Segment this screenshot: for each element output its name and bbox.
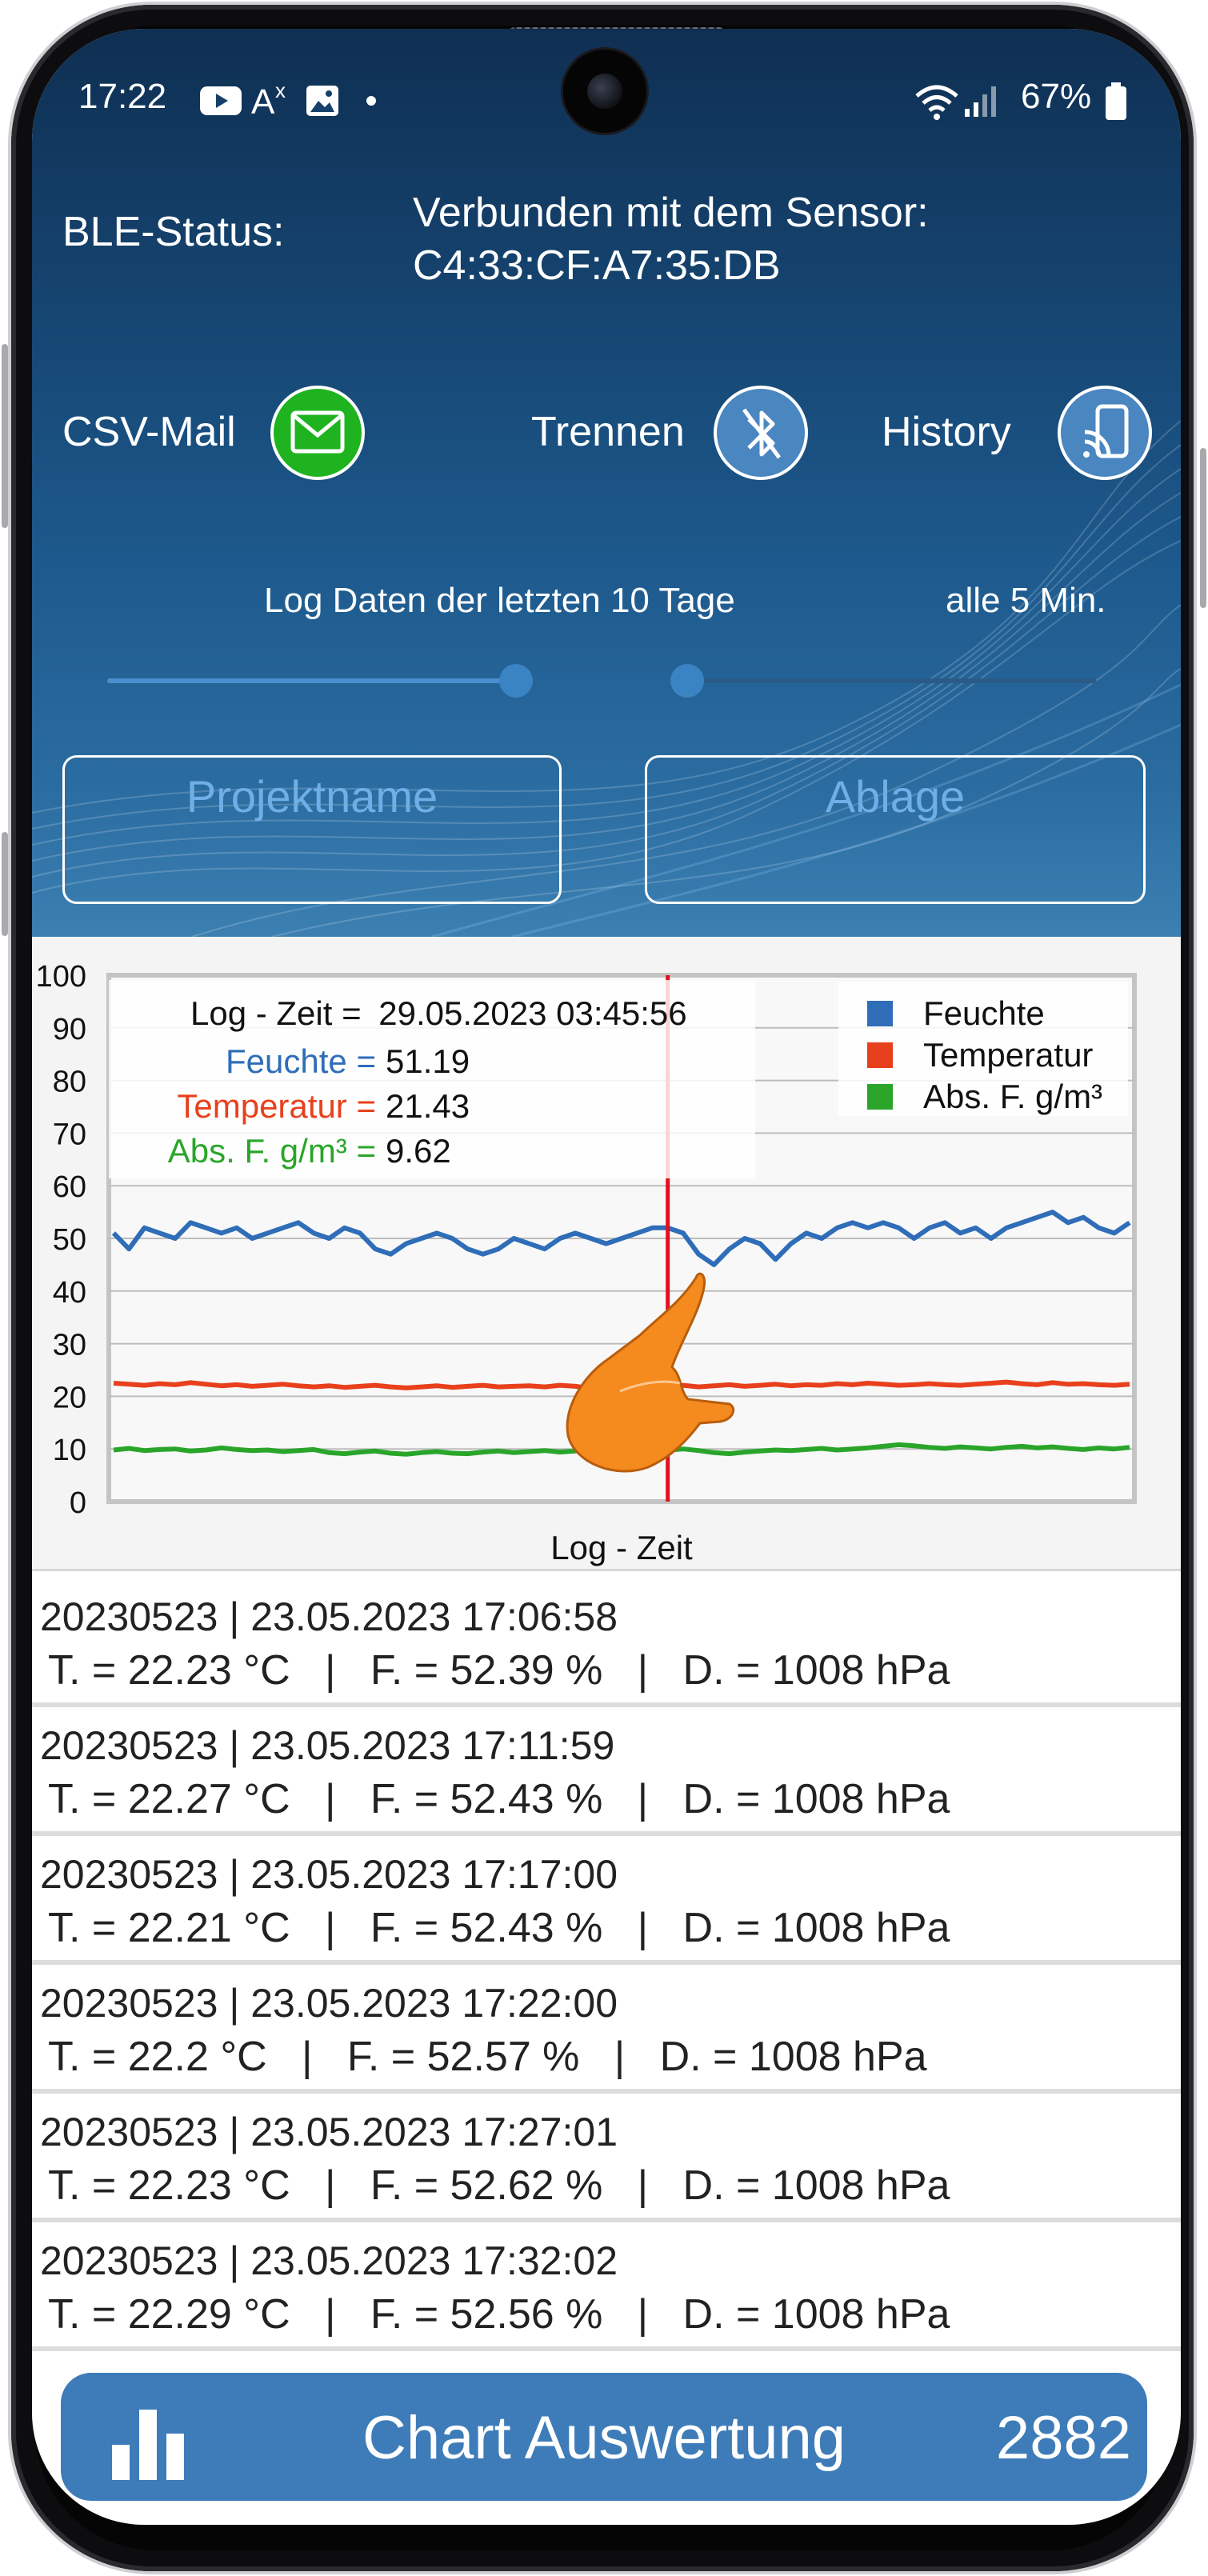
log-entry-row[interactable]: 20230523 | 23.05.2023 17:27:01 T. = 22.23… xyxy=(32,2098,1181,2222)
y-tick-label: 80 xyxy=(53,1066,86,1099)
clock: 17:22 xyxy=(78,77,167,116)
ble-status-text: Verbunden mit dem Sensor: xyxy=(413,190,929,236)
legend-swatch-humidity xyxy=(867,1001,893,1026)
y-tick-label: 30 xyxy=(53,1329,86,1362)
history-label: History xyxy=(882,409,1011,455)
log-interval-label: alle 5 Min. xyxy=(946,581,1106,620)
log-entry-header: 20230523 | 23.05.2023 17:27:01 xyxy=(40,2110,618,2154)
legend-label-humidity: Feuchte xyxy=(923,994,1045,1032)
log-entry-row[interactable]: 20230523 | 23.05.2023 17:22:00 T. = 22.2 … xyxy=(32,1969,1181,2094)
legend-swatch-abs-humidity xyxy=(867,1084,893,1110)
y-tick-label: 90 xyxy=(53,1013,86,1046)
project-name-field[interactable]: Projektname xyxy=(62,755,562,904)
tooltip-time: Log - Zeit = 29.05.2023 03:45:56 xyxy=(190,994,687,1032)
log-entry-header: 20230523 | 23.05.2023 17:06:58 xyxy=(40,1594,618,1639)
y-tick-label: 100 xyxy=(36,960,86,994)
log-entry-row[interactable]: 20230523 | 23.05.2023 17:06:58 T. = 22.23… xyxy=(32,1582,1181,1707)
volume-key xyxy=(2,344,8,528)
log-range-slider-thumb[interactable] xyxy=(499,664,533,698)
log-chart[interactable]: 0 10 20 30 40 50 60 70 80 90 100 Log - Zeit = 29.0… xyxy=(32,937,1181,1571)
svg-text:A: A xyxy=(251,82,275,118)
app-screen: 17:22 A x 67% BLE-Status: Verbunden mit … xyxy=(32,29,1181,2525)
storage-placeholder: Ablage xyxy=(825,771,966,822)
gallery-icon xyxy=(306,86,338,116)
x-axis-label: Log - Zeit xyxy=(550,1529,693,1566)
log-entry-values: T. = 22.23 °C | F. = 52.62 % | D. = 1008… xyxy=(48,2162,950,2209)
y-tick-label: 50 xyxy=(53,1223,86,1257)
tooltip-time-label: Log - Zeit = xyxy=(190,994,362,1032)
log-interval-slider-thumb[interactable] xyxy=(670,664,704,698)
log-entry-header: 20230523 | 23.05.2023 17:22:00 xyxy=(40,1981,618,2026)
ble-status-label: BLE-Status: xyxy=(62,209,285,255)
front-camera xyxy=(563,50,646,133)
log-entry-header: 20230523 | 23.05.2023 17:32:02 xyxy=(40,2238,618,2283)
bluetooth-disabled-icon xyxy=(742,408,782,459)
power-key xyxy=(1200,448,1206,608)
dot-icon xyxy=(366,96,376,106)
side-key-left xyxy=(2,832,8,936)
tooltip-humidity-value: 51.19 xyxy=(386,1042,470,1080)
log-entry-count: 2882 xyxy=(995,2404,1131,2472)
youtube-icon xyxy=(200,86,242,115)
signal-icon xyxy=(965,86,996,117)
log-entry-values: T. = 22.27 °C | F. = 52.43 % | D. = 1008… xyxy=(48,1776,950,1822)
project-name-placeholder: Projektname xyxy=(186,771,438,822)
mail-icon xyxy=(290,410,345,454)
y-tick-label: 70 xyxy=(53,1118,86,1151)
tooltip-time-value: 29.05.2023 03:45:56 xyxy=(378,994,686,1032)
chart-canvas[interactable]: 0 10 20 30 40 50 60 70 80 90 100 Log - Zeit = 29.0… xyxy=(32,937,1181,1569)
tooltip-humidity-label: Feuchte = xyxy=(226,1042,376,1080)
log-range-label: Log Daten der letzten 10 Tage xyxy=(264,581,735,620)
legend-label-temperature: Temperatur xyxy=(923,1036,1093,1074)
sensor-address: C4:33:CF:A7:35:DB xyxy=(413,242,781,289)
cast-device-icon xyxy=(1083,404,1129,458)
tooltip-temperature-label: Temperatur = xyxy=(177,1087,376,1125)
chart-evaluation-button[interactable]: Chart Auswertung 2882 xyxy=(61,2373,1147,2501)
y-tick-label: 60 xyxy=(53,1170,86,1204)
history-button[interactable] xyxy=(1058,386,1152,480)
log-entry-header: 20230523 | 23.05.2023 17:11:59 xyxy=(40,1723,615,1768)
control-panel: 17:22 A x 67% BLE-Status: Verbunden mit … xyxy=(32,29,1181,937)
log-entry-row[interactable]: 20230523 | 23.05.2023 17:11:59 T. = 22.27… xyxy=(32,1711,1181,1836)
legend-label-abs-humidity: Abs. F. g/m³ xyxy=(923,1078,1102,1115)
log-entry-row[interactable]: 20230523 | 23.05.2023 17:17:00 T. = 22.21… xyxy=(32,1840,1181,1965)
storage-field[interactable]: Ablage xyxy=(645,755,1146,904)
wifi-icon xyxy=(915,85,958,120)
log-entry-values: T. = 22.23 °C | F. = 52.39 % | D. = 1008… xyxy=(48,1647,950,1694)
battery-percent: 67% xyxy=(1021,77,1092,116)
translate-icon: A x xyxy=(251,78,286,118)
log-entry-values: T. = 22.21 °C | F. = 52.43 % | D. = 1008… xyxy=(48,1905,950,1951)
disconnect-button[interactable] xyxy=(714,386,808,480)
y-tick-label: 40 xyxy=(53,1276,86,1310)
legend-swatch-temperature xyxy=(867,1042,893,1068)
csv-mail-label: CSV-Mail xyxy=(62,409,236,455)
battery-icon xyxy=(1106,82,1126,120)
tooltip-abs-humidity-value: 9.62 xyxy=(386,1132,451,1170)
y-tick-label: 10 xyxy=(53,1434,86,1467)
tooltip-abs-humidity-label: Abs. F. g/m³ = xyxy=(168,1132,376,1170)
y-tick-label: 20 xyxy=(53,1381,86,1414)
disconnect-label: Trennen xyxy=(531,409,685,455)
csv-mail-button[interactable] xyxy=(270,386,365,480)
svg-text:x: x xyxy=(275,78,286,102)
log-entry-header: 20230523 | 23.05.2023 17:17:00 xyxy=(40,1852,618,1897)
log-entry-values: T. = 22.29 °C | F. = 52.56 % | D. = 1008… xyxy=(48,2291,950,2338)
chart-evaluation-label: Chart Auswertung xyxy=(362,2404,846,2472)
log-entry-row[interactable]: 20230523 | 23.05.2023 17:32:02 T. = 22.29… xyxy=(32,2226,1181,2351)
log-entry-values: T. = 22.2 °C | F. = 52.57 % | D. = 1008 … xyxy=(48,2034,927,2080)
tooltip-temperature-value: 21.43 xyxy=(386,1087,470,1125)
y-tick-label: 0 xyxy=(70,1486,86,1520)
